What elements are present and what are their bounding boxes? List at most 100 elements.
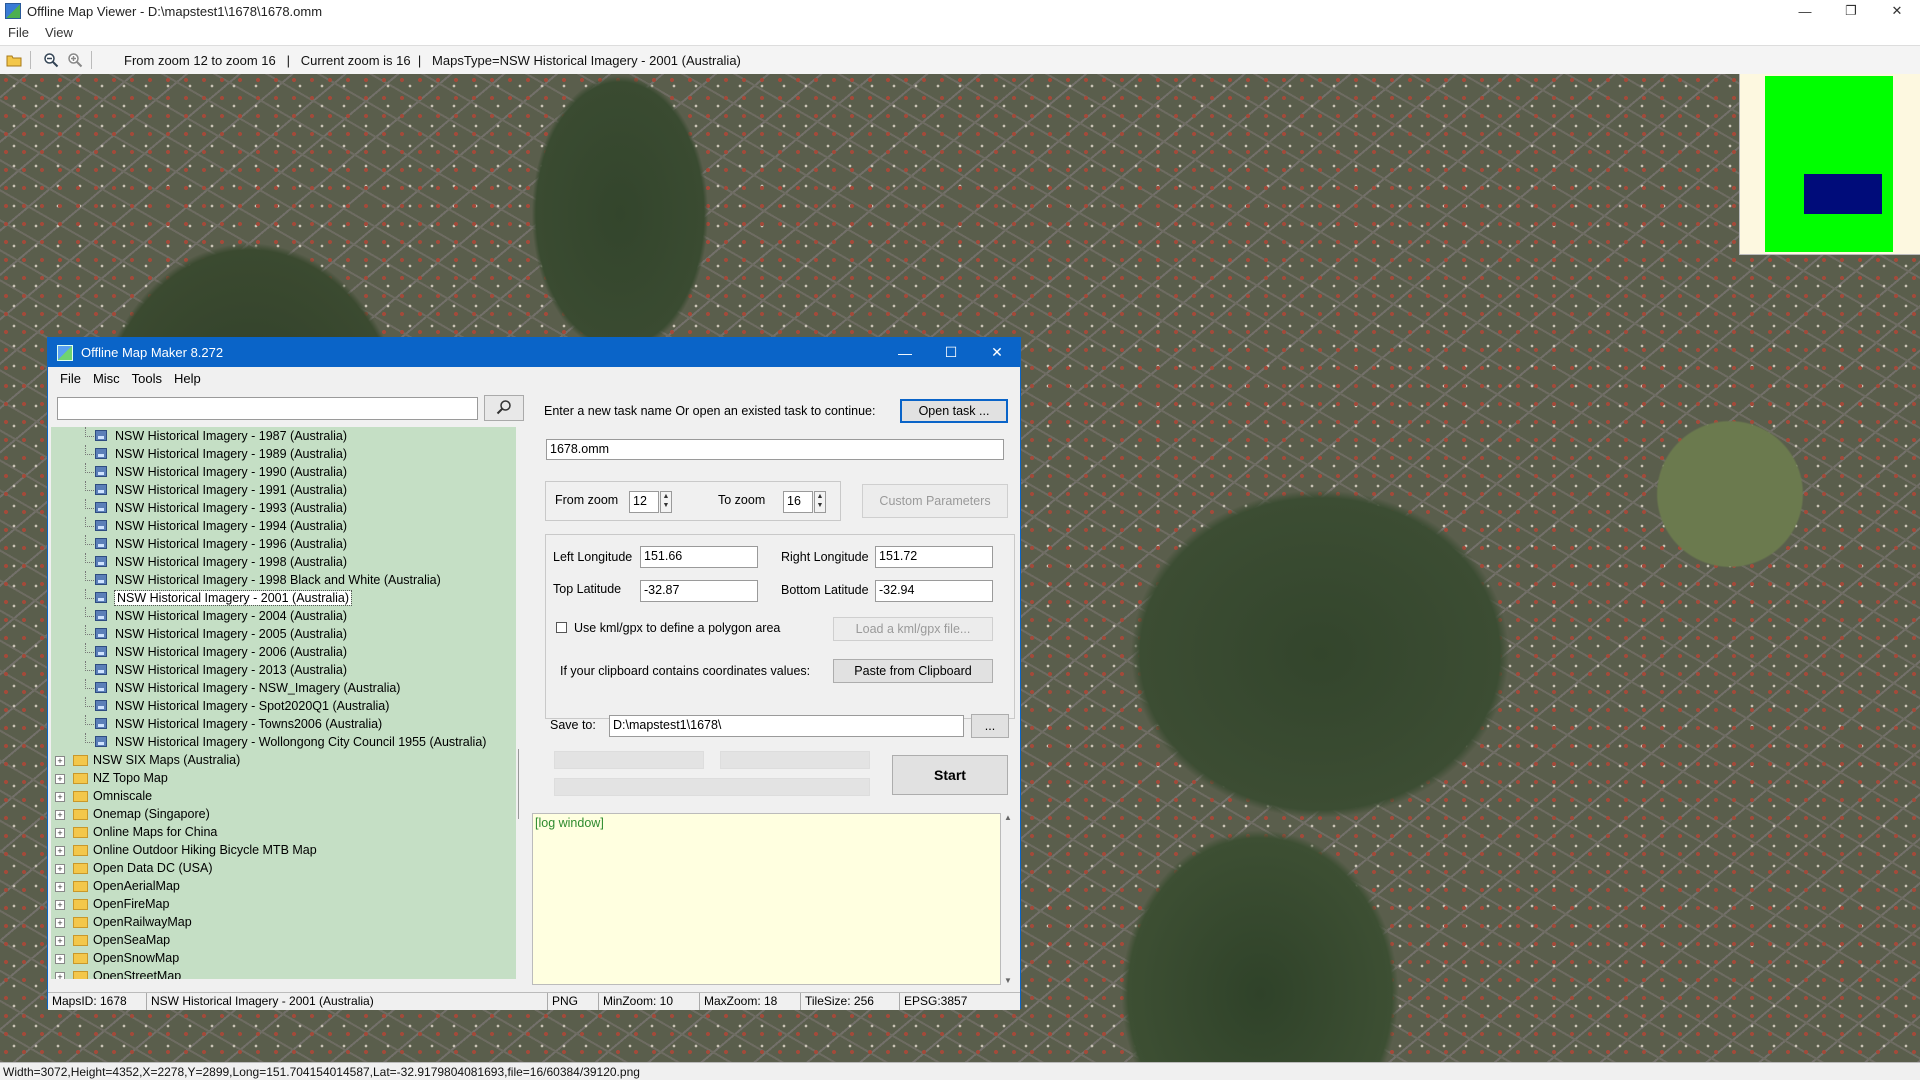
- map-type-tree[interactable]: NSW Historical Imagery - 1987 (Australia…: [51, 427, 517, 979]
- tree-folder[interactable]: + NZ Topo Map: [51, 769, 516, 787]
- custom-parameters-button[interactable]: Custom Parameters: [862, 484, 1008, 518]
- tree-item[interactable]: NSW Historical Imagery - 1994 (Australia…: [51, 517, 516, 535]
- start-button[interactable]: Start: [892, 755, 1008, 795]
- tree-scrollbar[interactable]: [516, 427, 526, 979]
- tree-item[interactable]: NSW Historical Imagery - 1998 (Australia…: [51, 553, 516, 571]
- open-task-button[interactable]: Open task ...: [900, 399, 1008, 423]
- minimap-viewport[interactable]: [1804, 174, 1882, 214]
- tree-item[interactable]: NSW Historical Imagery - 2005 (Australia…: [51, 625, 516, 643]
- tree-item[interactable]: NSW Historical Imagery - 1987 (Australia…: [51, 427, 516, 445]
- menu-view[interactable]: View: [37, 25, 81, 40]
- tree-item[interactable]: NSW Historical Imagery - 1998 Black and …: [51, 571, 516, 589]
- tree-item[interactable]: NSW Historical Imagery - Wollongong City…: [51, 733, 516, 751]
- tree-item[interactable]: NSW Historical Imagery - 2006 (Australia…: [51, 643, 516, 661]
- tree-item[interactable]: NSW Historical Imagery - 1990 (Australia…: [51, 463, 516, 481]
- to-zoom-input[interactable]: 16: [783, 491, 813, 513]
- from-zoom-spinner[interactable]: ▲ ▼: [660, 491, 672, 513]
- tree-folder-label: Online Maps for China: [93, 825, 218, 839]
- expand-icon[interactable]: +: [55, 846, 65, 856]
- expand-icon[interactable]: +: [55, 936, 65, 946]
- tree-item[interactable]: NSW Historical Imagery - Spot2020Q1 (Aus…: [51, 697, 516, 715]
- tree-item-label: NSW Historical Imagery - Wollongong City…: [115, 735, 487, 749]
- tree-scrollbar-thumb[interactable]: [518, 749, 525, 819]
- bottom-latitude-label: Bottom Latitude: [781, 583, 869, 597]
- expand-icon[interactable]: +: [55, 774, 65, 784]
- map-maker-dialog: Offline Map Maker 8.272 — ☐ ✕ File Misc …: [47, 337, 1021, 1010]
- dialog-menu-misc[interactable]: Misc: [87, 371, 126, 386]
- open-folder-icon[interactable]: [4, 50, 24, 70]
- tree-item-label: NSW Historical Imagery - 2004 (Australia…: [115, 609, 348, 623]
- maximize-button[interactable]: ❐: [1828, 0, 1874, 22]
- dialog-maximize-button[interactable]: ☐: [928, 338, 974, 367]
- tree-item[interactable]: NSW Historical Imagery - 2004 (Australia…: [51, 607, 516, 625]
- expand-icon[interactable]: +: [55, 810, 65, 820]
- dialog-titlebar: Offline Map Maker 8.272 — ☐ ✕: [48, 338, 1020, 367]
- to-zoom-spinner[interactable]: ▲ ▼: [814, 491, 826, 513]
- top-latitude-input[interactable]: -32.87: [640, 580, 758, 602]
- task-name-input[interactable]: 1678.omm: [546, 439, 1004, 460]
- map-layer-icon: [95, 610, 107, 621]
- tree-item-label: NSW Historical Imagery - 1998 (Australia…: [115, 555, 348, 569]
- dialog-menu-file[interactable]: File: [54, 371, 87, 386]
- expand-icon[interactable]: +: [55, 828, 65, 838]
- progress-bar-2: [720, 751, 870, 769]
- tree-folder[interactable]: + OpenFireMap: [51, 895, 516, 913]
- minimap[interactable]: [1739, 74, 1920, 255]
- expand-icon[interactable]: +: [55, 864, 65, 874]
- from-zoom-input[interactable]: 12: [629, 491, 659, 513]
- expand-icon[interactable]: +: [55, 900, 65, 910]
- zoom-in-icon[interactable]: [65, 50, 85, 70]
- tree-item[interactable]: NSW Historical Imagery - NSW_Imagery (Au…: [51, 679, 516, 697]
- tree-folder[interactable]: + Online Maps for China: [51, 823, 516, 841]
- tree-folder[interactable]: + Onemap (Singapore): [51, 805, 516, 823]
- expand-icon[interactable]: +: [55, 954, 65, 964]
- tree-folder[interactable]: + Open Data DC (USA): [51, 859, 516, 877]
- status-max-zoom: MaxZoom: 18: [700, 993, 801, 1010]
- tree-folder[interactable]: + OpenStreetMap: [51, 967, 516, 979]
- map-search-input[interactable]: [57, 397, 478, 420]
- paste-clipboard-button[interactable]: Paste from Clipboard: [833, 659, 993, 683]
- tree-item[interactable]: NSW Historical Imagery - 1991 (Australia…: [51, 481, 516, 499]
- tree-folder[interactable]: + NSW SIX Maps (Australia): [51, 751, 516, 769]
- tree-item[interactable]: NSW Historical Imagery - 2013 (Australia…: [51, 661, 516, 679]
- log-scrollbar[interactable]: ▲ ▼: [1001, 813, 1015, 985]
- minimize-button[interactable]: —: [1782, 0, 1828, 22]
- dialog-minimize-button[interactable]: —: [882, 338, 928, 367]
- save-path-input[interactable]: D:\mapstest1\1678\: [609, 715, 964, 737]
- use-kml-checkbox[interactable]: [556, 622, 567, 633]
- browse-button[interactable]: ...: [971, 714, 1009, 738]
- tree-folder[interactable]: + Online Outdoor Hiking Bicycle MTB Map: [51, 841, 516, 859]
- search-button[interactable]: [484, 395, 524, 421]
- bottom-latitude-input[interactable]: -32.94: [875, 580, 993, 602]
- dialog-close-button[interactable]: ✕: [974, 338, 1020, 367]
- expand-icon[interactable]: +: [55, 882, 65, 892]
- dialog-menu-tools[interactable]: Tools: [126, 371, 168, 386]
- menu-file[interactable]: File: [0, 25, 37, 40]
- dialog-menu-help[interactable]: Help: [168, 371, 207, 386]
- zoom-out-icon[interactable]: [41, 50, 61, 70]
- right-longitude-input[interactable]: 151.72: [875, 546, 993, 568]
- expand-icon[interactable]: +: [55, 792, 65, 802]
- left-longitude-input[interactable]: 151.66: [640, 546, 758, 568]
- expand-icon[interactable]: +: [55, 918, 65, 928]
- tree-folder[interactable]: + Omniscale: [51, 787, 516, 805]
- tree-item[interactable]: NSW Historical Imagery - 1989 (Australia…: [51, 445, 516, 463]
- tree-folder[interactable]: + OpenRailwayMap: [51, 913, 516, 931]
- tree-item[interactable]: NSW Historical Imagery - 2001 (Australia…: [51, 589, 516, 607]
- tree-item-label: NSW Historical Imagery - 1994 (Australia…: [115, 519, 348, 533]
- log-window[interactable]: [log window]: [532, 813, 1001, 985]
- folder-icon: [73, 917, 88, 928]
- load-kml-button[interactable]: Load a kml/gpx file...: [833, 617, 993, 641]
- tree-folder-label: OpenFireMap: [93, 897, 170, 911]
- tree-item[interactable]: NSW Historical Imagery - 1993 (Australia…: [51, 499, 516, 517]
- expand-icon[interactable]: +: [55, 972, 65, 979]
- save-to-label: Save to:: [550, 718, 596, 732]
- tree-folder-label: NSW SIX Maps (Australia): [93, 753, 241, 767]
- tree-folder[interactable]: + OpenAerialMap: [51, 877, 516, 895]
- tree-item[interactable]: NSW Historical Imagery - 1996 (Australia…: [51, 535, 516, 553]
- close-button[interactable]: ✕: [1874, 0, 1920, 22]
- tree-item[interactable]: NSW Historical Imagery - Towns2006 (Aust…: [51, 715, 516, 733]
- tree-folder[interactable]: + OpenSnowMap: [51, 949, 516, 967]
- expand-icon[interactable]: +: [55, 756, 65, 766]
- tree-folder[interactable]: + OpenSeaMap: [51, 931, 516, 949]
